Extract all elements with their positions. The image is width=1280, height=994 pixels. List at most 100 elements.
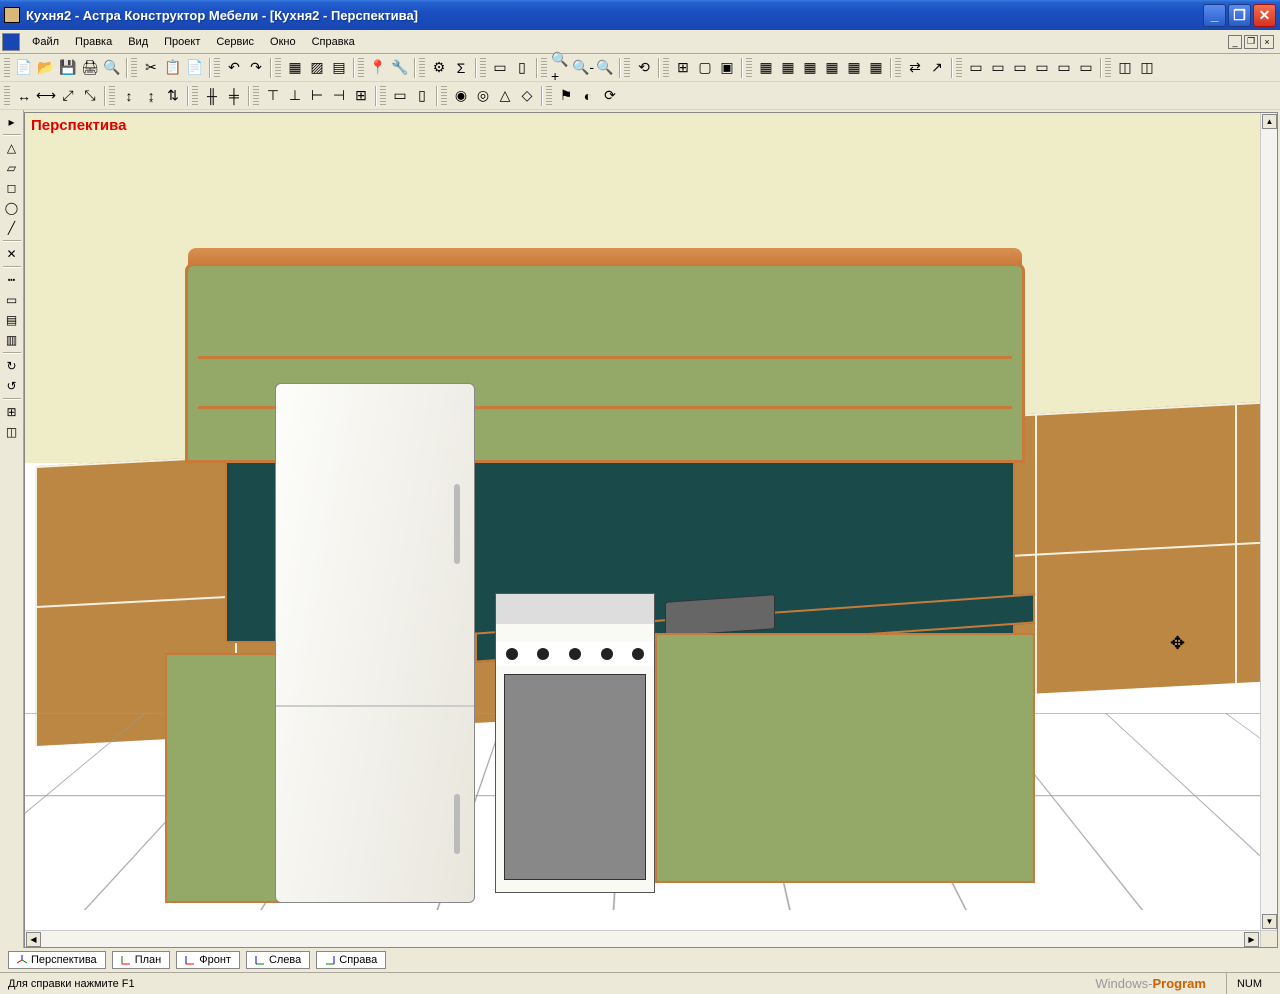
side-tool-button[interactable]: ▥ bbox=[2, 330, 22, 350]
menu-edit[interactable]: Правка bbox=[67, 33, 120, 51]
toolbar-button[interactable]: Σ bbox=[450, 57, 472, 79]
toolbar-button[interactable]: ↔ bbox=[13, 85, 35, 107]
toolbar-button[interactable]: ↕ bbox=[118, 85, 140, 107]
toolbar-button[interactable]: ▯ bbox=[411, 85, 433, 107]
toolbar-button[interactable]: ⤡ bbox=[79, 85, 101, 107]
toolbar-button[interactable]: ▭ bbox=[1075, 57, 1097, 79]
toolbar-button[interactable]: ◫ bbox=[1114, 57, 1136, 79]
toolbar-button[interactable]: 🔍+ bbox=[550, 57, 572, 79]
side-tool-button[interactable]: ▤ bbox=[2, 310, 22, 330]
toolbar-button[interactable]: ⇅ bbox=[162, 85, 184, 107]
side-tool-button[interactable]: ↻ bbox=[2, 356, 22, 376]
minimize-button[interactable]: _ bbox=[1203, 4, 1226, 27]
toolbar-button[interactable]: ◉ bbox=[450, 85, 472, 107]
side-tool-button[interactable]: ◯ bbox=[2, 198, 22, 218]
toolbar-button[interactable]: 🔍- bbox=[572, 57, 594, 79]
toolbar-button[interactable]: ◐ bbox=[577, 85, 599, 107]
scrollbar-vertical[interactable]: ▲ ▼ bbox=[1260, 113, 1277, 930]
toolbar-button[interactable]: 📂 bbox=[35, 57, 57, 79]
toolbar-button[interactable]: ◇ bbox=[516, 85, 538, 107]
toolbar-button[interactable]: ▭ bbox=[489, 57, 511, 79]
scroll-left-button[interactable]: ◀ bbox=[26, 932, 41, 947]
toolbar-button[interactable]: ◫ bbox=[1136, 57, 1158, 79]
scroll-down-button[interactable]: ▼ bbox=[1262, 914, 1277, 929]
side-tool-button[interactable]: ▸ bbox=[2, 112, 22, 132]
tab-right[interactable]: Справа bbox=[316, 951, 386, 969]
toolbar-button[interactable]: 📄 bbox=[13, 57, 35, 79]
toolbar-button[interactable]: ↗ bbox=[926, 57, 948, 79]
toolbar-button[interactable]: ▦ bbox=[755, 57, 777, 79]
toolbar-button[interactable]: ↨ bbox=[140, 85, 162, 107]
scrollbar-horizontal[interactable]: ◀ ▶ bbox=[25, 930, 1260, 947]
toolbar-button[interactable]: ◎ bbox=[472, 85, 494, 107]
side-tool-button[interactable]: ▭ bbox=[2, 290, 22, 310]
menu-help[interactable]: Справка bbox=[304, 33, 363, 51]
toolbar-button[interactable]: ↷ bbox=[245, 57, 267, 79]
toolbar-button[interactable]: ▦ bbox=[777, 57, 799, 79]
toolbar-button[interactable]: ▣ bbox=[716, 57, 738, 79]
viewport-3d[interactable]: Перспектива bbox=[25, 113, 1277, 947]
toolbar-button[interactable]: 🔍 bbox=[101, 57, 123, 79]
toolbar-button[interactable]: ▦ bbox=[799, 57, 821, 79]
toolbar-button[interactable]: ▭ bbox=[987, 57, 1009, 79]
toolbar-button[interactable]: ╫ bbox=[201, 85, 223, 107]
maximize-button[interactable]: ❐ bbox=[1228, 4, 1251, 27]
mdi-close-button[interactable]: × bbox=[1260, 35, 1274, 49]
side-tool-button[interactable]: ✕ bbox=[2, 244, 22, 264]
scroll-right-button[interactable]: ▶ bbox=[1244, 932, 1259, 947]
toolbar-button[interactable]: ✂ bbox=[140, 57, 162, 79]
menu-window[interactable]: Окно bbox=[262, 33, 304, 51]
side-tool-button[interactable]: ▱ bbox=[2, 158, 22, 178]
toolbar-button[interactable]: 🔍 bbox=[594, 57, 616, 79]
toolbar-button[interactable]: 📄 bbox=[184, 57, 206, 79]
toolbar-button[interactable]: ⟲ bbox=[633, 57, 655, 79]
toolbar-button[interactable]: ▢ bbox=[694, 57, 716, 79]
side-tool-button[interactable]: ┅ bbox=[2, 270, 22, 290]
toolbar-button[interactable]: ▦ bbox=[821, 57, 843, 79]
toolbar-button[interactable]: 🖨 bbox=[79, 57, 101, 79]
side-tool-button[interactable]: ↺ bbox=[2, 376, 22, 396]
toolbar-button[interactable]: ▤ bbox=[328, 57, 350, 79]
toolbar-button[interactable]: ↶ bbox=[223, 57, 245, 79]
scroll-up-button[interactable]: ▲ bbox=[1262, 114, 1277, 129]
toolbar-button[interactable]: ⊣ bbox=[328, 85, 350, 107]
menu-service[interactable]: Сервис bbox=[208, 33, 262, 51]
toolbar-button[interactable]: ⤢ bbox=[57, 85, 79, 107]
toolbar-button[interactable]: ⊥ bbox=[284, 85, 306, 107]
toolbar-button[interactable]: ▭ bbox=[1009, 57, 1031, 79]
toolbar-button[interactable]: ⊞ bbox=[672, 57, 694, 79]
toolbar-button[interactable]: ▨ bbox=[306, 57, 328, 79]
mdi-minimize-button[interactable]: _ bbox=[1228, 35, 1242, 49]
side-tool-button[interactable]: ╱ bbox=[2, 218, 22, 238]
toolbar-button[interactable]: ⊞ bbox=[350, 85, 372, 107]
tab-plan[interactable]: План bbox=[112, 951, 171, 969]
side-tool-button[interactable]: ◻ bbox=[2, 178, 22, 198]
toolbar-button[interactable]: ▭ bbox=[1053, 57, 1075, 79]
mdi-restore-button[interactable]: ❐ bbox=[1244, 35, 1258, 49]
menu-view[interactable]: Вид bbox=[120, 33, 156, 51]
toolbar-button[interactable]: ⇄ bbox=[904, 57, 926, 79]
toolbar-button[interactable]: ▦ bbox=[865, 57, 887, 79]
toolbar-button[interactable]: ╪ bbox=[223, 85, 245, 107]
toolbar-button[interactable]: ⚑ bbox=[555, 85, 577, 107]
toolbar-button[interactable]: ⟳ bbox=[599, 85, 621, 107]
toolbar-button[interactable]: 🔧 bbox=[389, 57, 411, 79]
menu-file[interactable]: Файл bbox=[24, 33, 67, 51]
toolbar-button[interactable]: ▦ bbox=[843, 57, 865, 79]
toolbar-button[interactable]: ▭ bbox=[965, 57, 987, 79]
side-tool-button[interactable]: ⊞ bbox=[2, 402, 22, 422]
side-tool-button[interactable]: ◫ bbox=[2, 422, 22, 442]
tab-perspective[interactable]: Перспектива bbox=[8, 951, 106, 969]
toolbar-button[interactable]: ⚙ bbox=[428, 57, 450, 79]
toolbar-button[interactable]: △ bbox=[494, 85, 516, 107]
side-tool-button[interactable]: △ bbox=[2, 138, 22, 158]
toolbar-button[interactable]: ⊤ bbox=[262, 85, 284, 107]
toolbar-button[interactable]: ▭ bbox=[1031, 57, 1053, 79]
toolbar-button[interactable]: 📋 bbox=[162, 57, 184, 79]
toolbar-button[interactable]: ▯ bbox=[511, 57, 533, 79]
toolbar-button[interactable]: ⊢ bbox=[306, 85, 328, 107]
menu-project[interactable]: Проект bbox=[156, 33, 208, 51]
toolbar-button[interactable]: ▦ bbox=[284, 57, 306, 79]
toolbar-button[interactable]: 📍 bbox=[367, 57, 389, 79]
tab-left[interactable]: Слева bbox=[246, 951, 310, 969]
